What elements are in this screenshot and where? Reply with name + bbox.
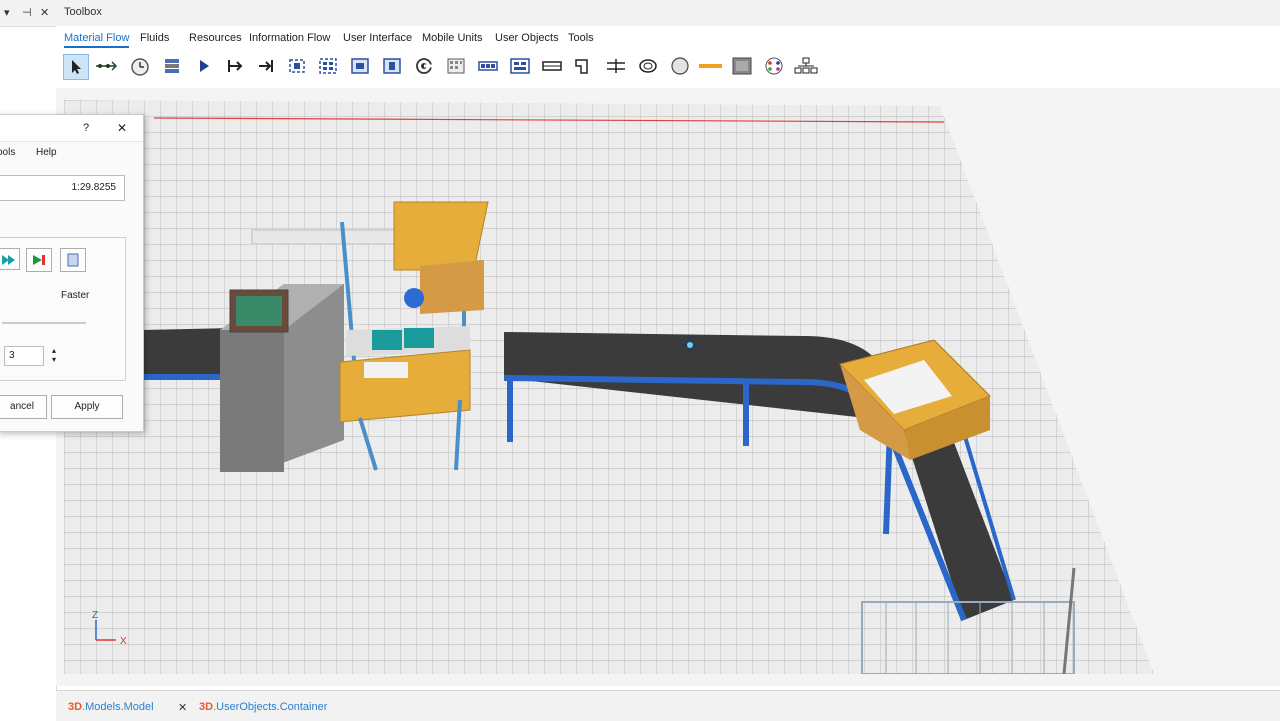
reset-button[interactable] (60, 248, 86, 272)
tab-information-flow[interactable]: Information Flow (249, 32, 330, 44)
menu-tools[interactable]: ools (0, 147, 15, 158)
clock-icon[interactable] (128, 54, 152, 78)
drain-icon[interactable] (254, 54, 278, 78)
spin-input[interactable]: 3 (4, 346, 44, 366)
parallel-proc-icon[interactable] (316, 54, 340, 78)
flow-icon[interactable] (730, 54, 754, 78)
machine-cabinet (220, 284, 344, 472)
turntable-icon[interactable] (604, 54, 628, 78)
toolbox-tabs: Material Flow Fluids Resources Informati… (56, 26, 1280, 48)
tab-user-objects[interactable]: User Objects (495, 32, 559, 44)
toolbox-header: Toolbox (56, 0, 1280, 27)
pointer-icon[interactable] (63, 54, 89, 80)
assembly-icon[interactable] (348, 54, 372, 78)
document-tabs: 3D.Models.Model ✕ 3D.UserObjects.Contain… (56, 690, 1280, 721)
menu-help[interactable]: Help (36, 147, 57, 158)
angular-converter-icon[interactable] (572, 54, 596, 78)
track-icon[interactable] (668, 54, 692, 78)
spin-arrows-icon[interactable]: ▴ ▾ (52, 346, 56, 364)
tab-userobjects-container[interactable]: 3D.UserObjects.Container (199, 701, 327, 713)
tab-material-flow[interactable]: Material Flow (64, 32, 130, 48)
event-controller-dialog: ? ✕ ools Help 1:29.8255 Faster 3 ▴▾ ance… (0, 114, 144, 432)
tab-user-interface[interactable]: User Interface (343, 32, 412, 44)
dismantle-icon[interactable] (380, 54, 404, 78)
help-icon[interactable]: ? (83, 122, 89, 134)
turnplate-icon[interactable] (636, 54, 660, 78)
buffer-icon[interactable] (476, 54, 500, 78)
play-arrow-icon[interactable] (192, 54, 216, 78)
node-icon[interactable] (794, 54, 818, 78)
grid-icon[interactable] (762, 54, 786, 78)
store-icon[interactable] (444, 54, 468, 78)
close-icon[interactable]: ✕ (40, 6, 49, 19)
simulation-time-field[interactable]: 1:29.8255 (0, 175, 125, 201)
dialog-titlebar: ? ✕ (0, 115, 143, 142)
faster-label: Faster (61, 290, 90, 301)
dropdown-icon[interactable]: ▾ (4, 6, 10, 19)
3d-viewport[interactable]: Z X (64, 100, 1280, 674)
sorter-icon[interactable] (508, 54, 532, 78)
speed-slider[interactable] (2, 322, 86, 324)
close-tab-icon[interactable]: ✕ (178, 701, 187, 714)
connector-icon[interactable] (94, 54, 118, 78)
axis-x-label: X (120, 636, 127, 647)
close-icon[interactable]: ✕ (117, 121, 127, 135)
toolbox-toolstrip (56, 48, 1280, 89)
left-panel-header: ▾ ⊣ ✕ (0, 0, 56, 27)
toolbox-title: Toolbox (64, 6, 102, 18)
apply-button[interactable]: Apply (51, 395, 123, 419)
tab-resources[interactable]: Resources (189, 32, 242, 44)
axis-z-label: Z (92, 610, 98, 621)
line-icon[interactable] (540, 54, 564, 78)
tab-models-model[interactable]: 3D.Models.Model (68, 701, 154, 713)
tab-fluids[interactable]: Fluids (140, 32, 169, 44)
step-button[interactable] (26, 248, 52, 272)
cycle-icon[interactable] (412, 54, 436, 78)
event-controller-icon[interactable] (160, 54, 184, 78)
tab-mobile-units[interactable]: Mobile Units (422, 32, 483, 44)
fast-forward-button[interactable] (0, 248, 20, 270)
pin-icon[interactable]: ⊣ (22, 6, 32, 19)
speed-group: Faster 3 ▴ ▾ (0, 237, 126, 381)
source-icon[interactable] (223, 54, 247, 78)
tab-tools[interactable]: Tools (568, 32, 594, 44)
cancel-button[interactable]: ancel (0, 395, 47, 419)
single-proc-icon[interactable] (285, 54, 309, 78)
circle-icon[interactable] (698, 54, 722, 78)
